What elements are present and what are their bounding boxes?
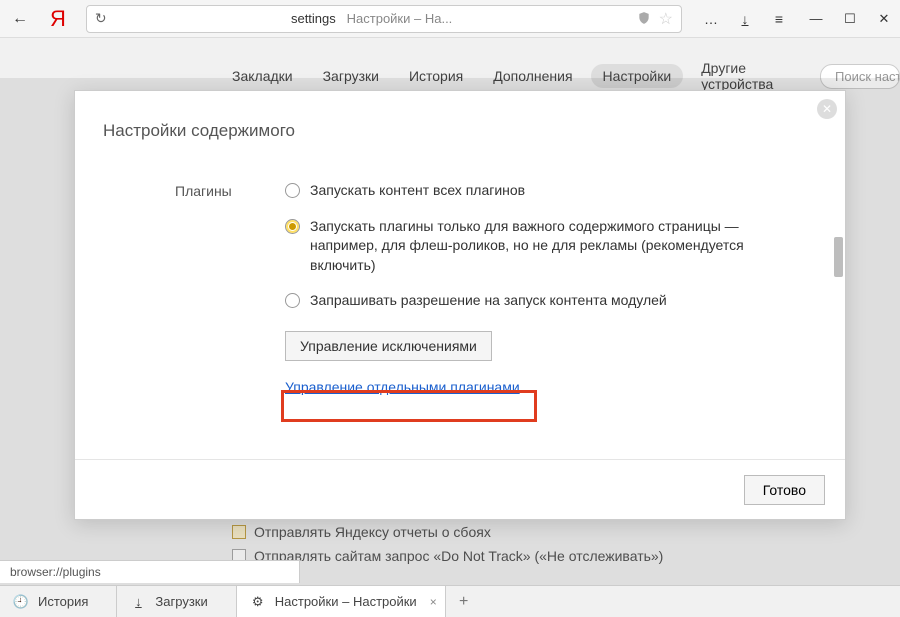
address-page: Настройки – На... (339, 11, 452, 26)
download-icon: ↓ (131, 595, 145, 609)
shield-icon[interactable] (637, 11, 653, 27)
radio-label: Запускать плагины только для важного сод… (310, 217, 780, 276)
bottom-tab-downloads[interactable]: ↓ Загрузки (117, 586, 236, 617)
tab-label: Загрузки (155, 594, 207, 609)
radio-icon (285, 219, 300, 234)
radio-icon (285, 183, 300, 198)
browser-chrome: ← Я ↻ settings Настройки – На... ☆ … ↓ ≡… (0, 0, 900, 38)
manage-plugins-link[interactable]: Управление отдельными плагинами (285, 379, 520, 395)
reload-icon[interactable]: ↻ (95, 10, 107, 27)
new-tab-button[interactable]: + (446, 586, 482, 617)
window-controls: — ☐ ✕ (808, 11, 892, 27)
modal-body[interactable]: Плагины Запускать контент всех плагинов … (75, 161, 845, 459)
menu-icon[interactable]: ≡ (770, 11, 788, 27)
gear-icon: ⚙ (251, 595, 265, 609)
address-prefix: settings (291, 11, 336, 26)
bottom-tab-strip: 🕘 История ↓ Загрузки ⚙ Настройки – Настр… (0, 585, 900, 617)
address-text: settings Настройки – На... (115, 11, 629, 26)
close-tab-icon[interactable]: × (430, 595, 437, 609)
section-content: Запускать контент всех плагинов Запускат… (285, 181, 825, 395)
modal-footer: Готово (75, 459, 845, 519)
radio-run-all[interactable]: Запускать контент всех плагинов (285, 181, 815, 201)
status-bar: browser://plugins (0, 560, 300, 583)
radio-icon (285, 293, 300, 308)
section-label: Плагины (175, 181, 285, 395)
plugins-section: Плагины Запускать контент всех плагинов … (75, 181, 825, 395)
tab-label: История (38, 594, 88, 609)
bottom-tab-settings[interactable]: ⚙ Настройки – Настройки × (237, 586, 446, 617)
radio-important-only[interactable]: Запускать плагины только для важного сод… (285, 217, 815, 276)
chrome-right-icons: … ↓ ≡ (692, 11, 798, 27)
scrollbar-thumb[interactable] (834, 237, 843, 277)
yandex-logo[interactable]: Я (50, 6, 66, 32)
content-settings-modal: ✕ Настройки содержимого Плагины Запускат… (74, 90, 846, 520)
radio-label: Запускать контент всех плагинов (310, 181, 525, 201)
close-icon[interactable]: ✕ (817, 99, 837, 119)
downloads-icon[interactable]: ↓ (736, 11, 754, 27)
bottom-tab-history[interactable]: 🕘 История (0, 586, 117, 617)
more-icon[interactable]: … (702, 11, 720, 27)
back-button[interactable]: ← (8, 10, 32, 28)
radio-ask[interactable]: Запрашивать разрешение на запуск контент… (285, 291, 815, 311)
maximize-button[interactable]: ☐ (842, 11, 858, 27)
done-button[interactable]: Готово (744, 475, 825, 505)
bookmark-star-icon[interactable]: ☆ (659, 9, 673, 29)
modal-title: Настройки содержимого (75, 91, 845, 157)
address-bar[interactable]: ↻ settings Настройки – На... ☆ (86, 5, 682, 33)
clock-icon: 🕘 (14, 595, 28, 609)
tab-label: Настройки – Настройки (275, 594, 417, 609)
exceptions-button[interactable]: Управление исключениями (285, 331, 492, 361)
close-window-button[interactable]: ✕ (876, 11, 892, 27)
radio-label: Запрашивать разрешение на запуск контент… (310, 291, 667, 311)
plugins-link-row: Управление отдельными плагинами (285, 379, 815, 395)
minimize-button[interactable]: — (808, 11, 824, 27)
